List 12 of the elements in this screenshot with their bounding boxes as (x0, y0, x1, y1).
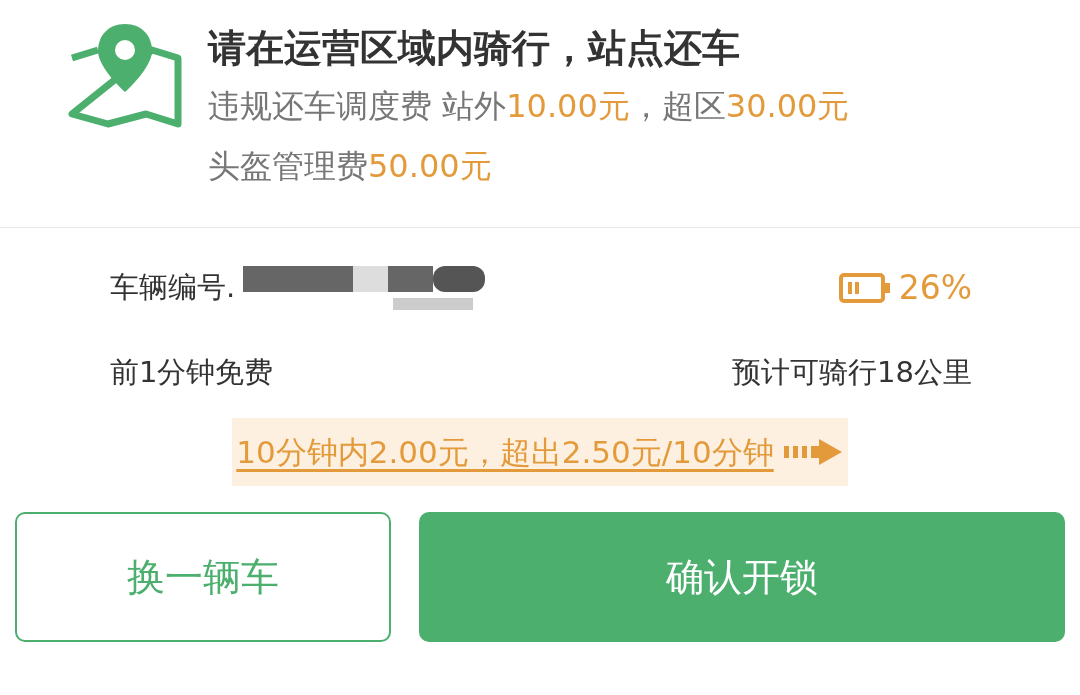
battery-percentage: 26% (898, 267, 972, 310)
change-bike-button[interactable]: 换一辆车 (15, 512, 391, 642)
fee-text: 头盔管理费50.00元 (208, 146, 493, 187)
range-text: 预计可骑行18公里 (732, 354, 972, 392)
arrow-icon (783, 439, 844, 465)
vehicle-number-label: 车辆编号. (110, 269, 236, 307)
free-time-text: 前1分钟免费 (110, 354, 274, 392)
battery-icon (838, 273, 891, 303)
fee-text: 违规还车调度费 站外10.00元，超区30.00元 (208, 86, 850, 127)
confirm-unlock-button[interactable]: 确认开锁 (418, 512, 1065, 642)
notice-title: 请在运营区域内骑行，站点还车 (208, 25, 741, 72)
pricing-link[interactable]: 10分钟内2.00元，超出2.50元/10分钟 (232, 418, 848, 486)
